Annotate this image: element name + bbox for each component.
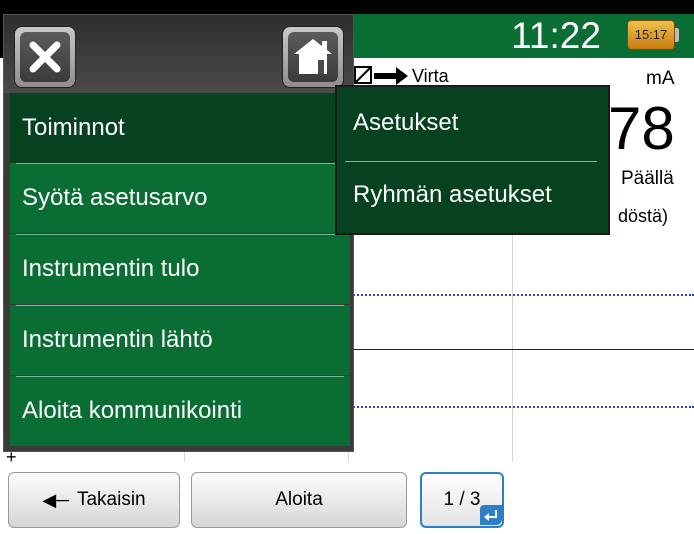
channel-state: Päällä [621,168,674,189]
channel-unit: mA [646,68,675,89]
channel-label: Virta [412,66,449,86]
back-button-label: Takaisin [76,489,146,510]
menu-item-syota-asetusarvo[interactable]: Syötä asetusarvo [10,163,350,233]
submenu-item-asetukset[interactable]: Asetukset [343,89,604,157]
menu-item-label: Instrumentin lähtö [22,326,213,353]
popup-menu: Toiminnot Syötä asetusarvo Instrumentin … [3,14,354,452]
submenu: Asetukset Ryhmän asetukset [335,85,610,235]
top-bar [0,0,694,14]
menu-item-instrumentin-tulo[interactable]: Instrumentin tulo [10,234,350,304]
menu-item-label: Aloita kommunikointi [22,397,243,424]
home-icon [294,39,332,74]
back-arrow-icon: ◀─ [42,489,69,510]
submenu-item-label: Asetukset [353,109,459,136]
menu-toolbar [4,15,353,93]
battery-time: 15:17 [634,27,668,42]
graph-axis-line [350,349,694,350]
start-button[interactable]: Aloita [191,472,407,528]
close-icon [29,41,61,73]
menu-item-label: Instrumentin tulo [22,255,200,282]
home-button-face [288,32,338,82]
menu-item-label: Syötä asetusarvo [22,184,208,211]
menu-divider [16,163,344,164]
page-button-label: 1 / 3 [443,489,481,510]
current-arrow-icon [354,66,408,85]
battery-tip [675,28,679,42]
grid-line [512,208,513,462]
menu-divider [16,305,344,306]
clock: 11:22 [511,15,601,56]
channel-sub-label: döstä) [618,206,669,226]
menu-item-label: Toiminnot [22,114,125,141]
submenu-item-ryhman-asetukset[interactable]: Ryhmän asetukset [343,161,604,229]
menu-item-aloita-kommunikointi[interactable]: Aloita kommunikointi [10,376,350,446]
dotted-limit-line [350,294,694,296]
submenu-item-label: Ryhmän asetukset [353,181,552,208]
close-button[interactable] [14,26,76,88]
menu-item-toiminnot[interactable]: Toiminnot [10,93,350,163]
enter-icon [480,505,502,525]
menu-divider [16,234,344,235]
close-button-face [20,32,70,82]
start-button-label: Aloita [275,489,323,510]
battery-indicator: 15:17 [627,20,679,50]
channel-value: 78 [608,95,675,162]
menu-divider [16,376,344,377]
dotted-limit-line [350,406,694,408]
menu-item-instrumentin-lahto[interactable]: Instrumentin lähtö [10,305,350,375]
home-button[interactable] [282,26,344,88]
back-button[interactable]: ◀─ Takaisin [8,472,180,528]
